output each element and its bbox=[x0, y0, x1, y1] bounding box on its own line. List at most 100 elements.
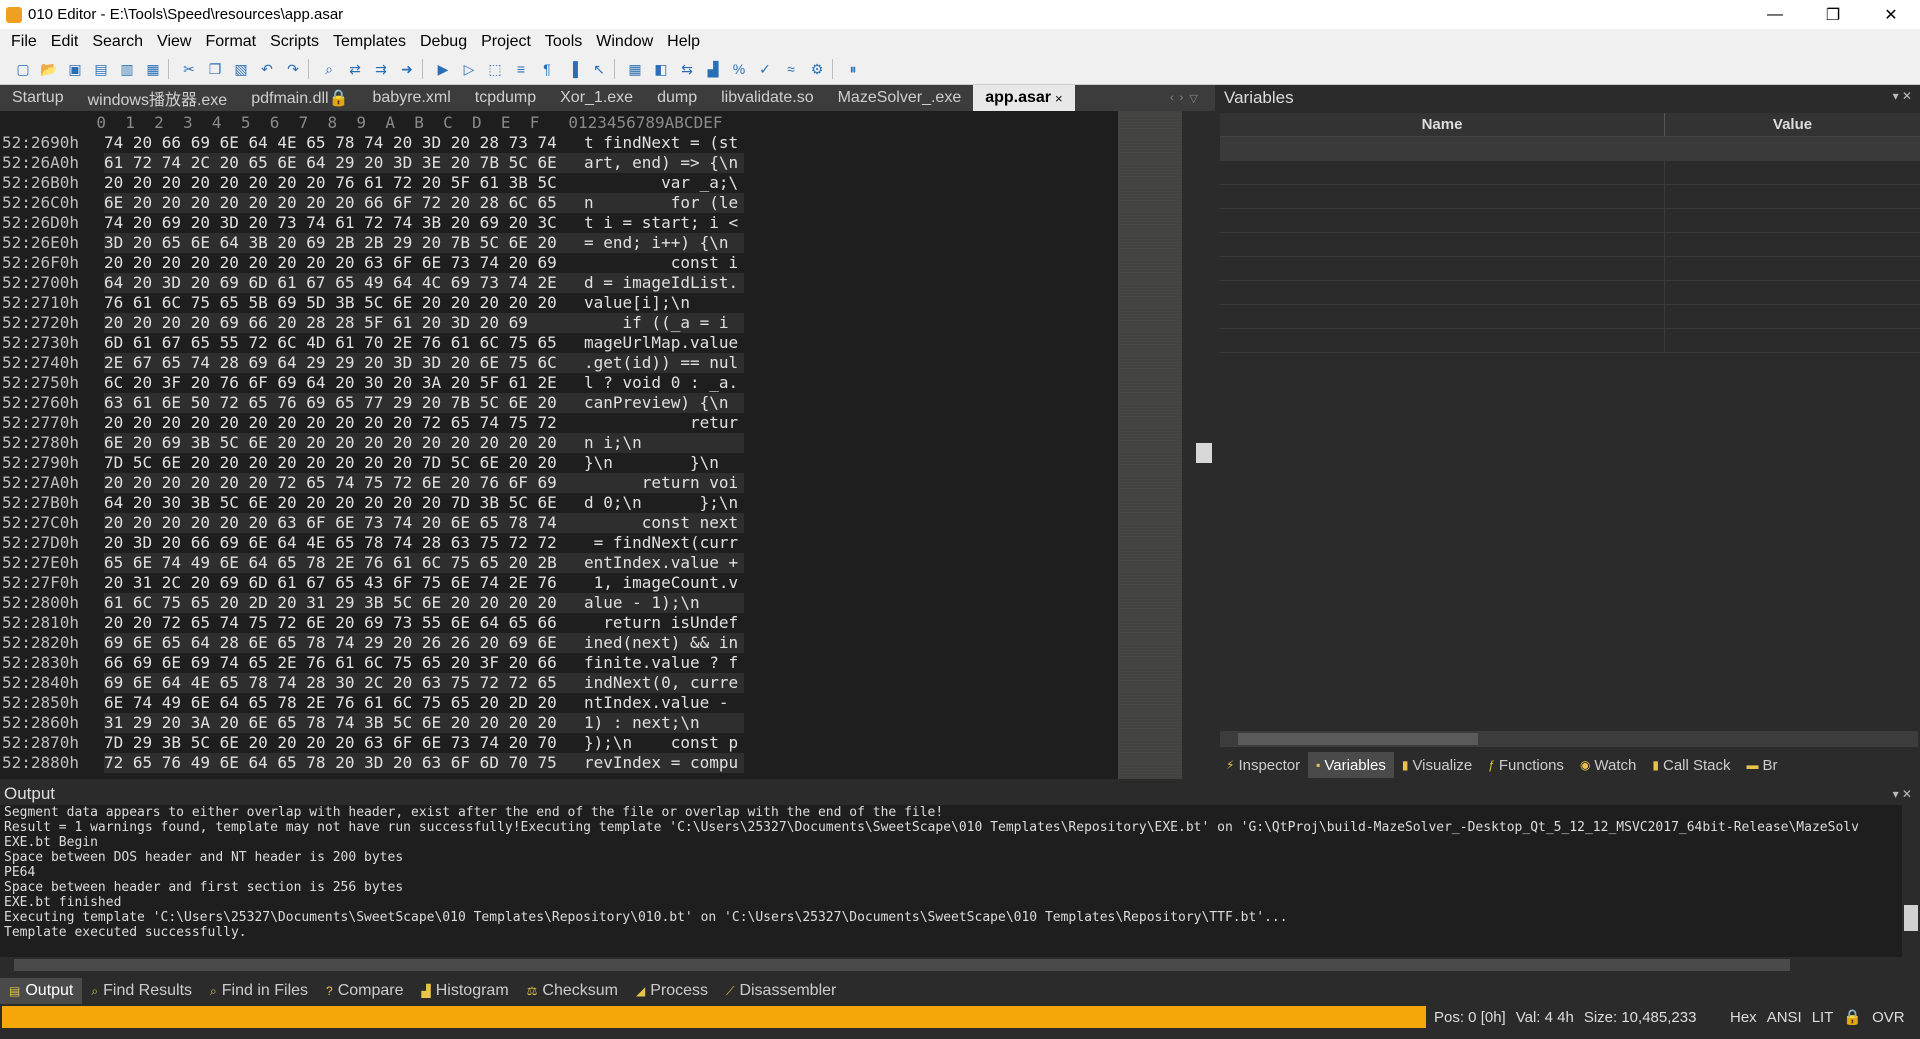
checksum-icon[interactable]: % bbox=[728, 58, 750, 80]
hex-bytes[interactable]: 63 61 6E 50 72 65 76 69 65 77 29 20 7B 5… bbox=[104, 393, 584, 413]
hex-row[interactable]: 52:2800h 61 6C 75 65 20 2D 20 31 29 3B 5C… bbox=[0, 593, 744, 613]
column-value[interactable]: Value bbox=[1665, 113, 1920, 136]
hex-row[interactable]: 52:2810h 20 20 72 65 74 75 72 6E 20 69 73… bbox=[0, 613, 744, 633]
tab-list-icon[interactable]: ▽ bbox=[1189, 92, 1197, 105]
hex-row[interactable]: 52:2790h 7D 5C 6E 20 20 20 20 20 20 20 20… bbox=[0, 453, 744, 473]
close-button[interactable]: ✕ bbox=[1862, 0, 1920, 29]
hex-ascii[interactable]: d 0;\n };\n bbox=[584, 493, 744, 513]
hex-ascii[interactable]: const next bbox=[584, 513, 744, 533]
hex-row[interactable]: 52:2880h 72 65 76 49 6E 64 65 78 20 3D 20… bbox=[0, 753, 744, 773]
hex-bytes[interactable]: 20 20 20 20 20 20 20 20 20 63 6F 6E 73 7… bbox=[104, 253, 584, 273]
hex-bytes[interactable]: 7D 5C 6E 20 20 20 20 20 20 20 20 7D 5C 6… bbox=[104, 453, 584, 473]
hex-bytes[interactable]: 64 20 3D 20 69 6D 61 67 65 49 64 4C 69 7… bbox=[104, 273, 584, 293]
hex-ascii[interactable]: canPreview) {\n bbox=[584, 393, 744, 413]
hex-bytes[interactable]: 74 20 66 69 6E 64 4E 65 78 74 20 3D 20 2… bbox=[104, 133, 584, 153]
hex-bytes[interactable]: 65 6E 74 49 6E 64 65 78 2E 76 61 6C 75 6… bbox=[104, 553, 584, 573]
hex-bytes[interactable]: 69 6E 65 64 28 6E 65 78 74 29 20 26 26 2… bbox=[104, 633, 584, 653]
hex-bytes[interactable]: 20 20 20 20 20 20 63 6F 6E 73 74 20 6E 6… bbox=[104, 513, 584, 533]
file-tab-mazesolver[interactable]: MazeSolver_.exe bbox=[826, 85, 974, 111]
close-file-icon[interactable]: ▥ bbox=[116, 58, 138, 80]
hex-ascii[interactable]: n i;\n bbox=[584, 433, 744, 453]
file-tab-xor1[interactable]: Xor_1.exe bbox=[548, 85, 645, 111]
hex-row[interactable]: 52:2870h 7D 29 3B 5C 6E 20 20 20 20 63 6F… bbox=[0, 733, 744, 753]
tab-visualize[interactable]: ▮ Visualize bbox=[1394, 752, 1480, 778]
hex-row[interactable]: 52:27E0h 65 6E 74 49 6E 64 65 78 2E 76 61… bbox=[0, 553, 744, 573]
hex-bytes[interactable]: 20 20 20 20 69 66 20 28 28 5F 61 20 3D 2… bbox=[104, 313, 584, 333]
file-tab-libvalidate[interactable]: libvalidate.so bbox=[709, 85, 826, 111]
hex-row[interactable]: 52:2710h 76 61 6C 75 65 5B 69 5D 3B 5C 6E… bbox=[0, 293, 744, 313]
tab-variables[interactable]: ▪ Variables bbox=[1308, 752, 1394, 778]
hex-bytes[interactable]: 72 65 76 49 6E 64 65 78 20 3D 20 63 6F 6… bbox=[104, 753, 584, 773]
hex-row[interactable]: 52:26F0h 20 20 20 20 20 20 20 20 20 63 6F… bbox=[0, 253, 744, 273]
compare-icon[interactable]: ⇆ bbox=[676, 58, 698, 80]
hex-bytes[interactable]: 6C 20 3F 20 76 6F 69 64 20 30 20 3A 20 5… bbox=[104, 373, 584, 393]
hex-ascii[interactable]: d = imageIdList. bbox=[584, 273, 744, 293]
hex-bytes[interactable]: 20 3D 20 66 69 6E 64 4E 65 78 74 28 63 7… bbox=[104, 533, 584, 553]
hex-row[interactable]: 52:26A0h 61 72 74 2C 20 65 6E 64 29 20 3D… bbox=[0, 153, 744, 173]
column-name[interactable]: Name bbox=[1220, 113, 1665, 136]
file-tab-pdfmain[interactable]: pdfmain.dll🔒 bbox=[239, 85, 360, 111]
tab-find-in-files[interactable]: ⌕ Find in Files bbox=[201, 978, 317, 1004]
hex-ascii[interactable]: indNext(0, curre bbox=[584, 673, 744, 693]
hex-ascii[interactable]: finite.value ? f bbox=[584, 653, 744, 673]
file-tab-startup[interactable]: Startup bbox=[0, 85, 76, 111]
hex-row[interactable]: 52:26D0h 74 20 69 20 3D 20 73 74 61 72 74… bbox=[0, 213, 744, 233]
hex-ascii[interactable]: t findNext = (st bbox=[584, 133, 744, 153]
hex-row[interactable]: 52:2780h 6E 20 69 3B 5C 6E 20 20 20 20 20… bbox=[0, 433, 744, 453]
hex-editor[interactable]: 0 1 2 3 4 5 6 7 8 9 A B C D E F 01234567… bbox=[0, 111, 1118, 779]
hex-row[interactable]: 52:27C0h 20 20 20 20 20 20 63 6F 6E 73 74… bbox=[0, 513, 744, 533]
hex-ascii[interactable]: t i = start; i < bbox=[584, 213, 744, 233]
template-icon[interactable]: ▶ bbox=[432, 58, 454, 80]
hex-ascii[interactable]: });\n const p bbox=[584, 733, 744, 753]
variable-row[interactable] bbox=[1220, 137, 1920, 161]
hex-bytes[interactable]: 20 20 20 20 20 20 72 65 74 75 72 6E 20 7… bbox=[104, 473, 584, 493]
histogram-icon[interactable]: ▟ bbox=[702, 58, 724, 80]
hex-row[interactable]: 52:2700h 64 20 3D 20 69 6D 61 67 65 49 64… bbox=[0, 273, 744, 293]
open-folder-icon[interactable]: ▦ bbox=[142, 58, 164, 80]
hex-mode-icon[interactable]: ⬚ bbox=[484, 58, 506, 80]
hex-ascii[interactable]: var _a;\ bbox=[584, 173, 744, 193]
mov-icon[interactable]: ≈ bbox=[780, 58, 802, 80]
hex-row[interactable]: 52:26C0h 6E 20 20 20 20 20 20 20 20 66 6F… bbox=[0, 193, 744, 213]
calculator-icon[interactable]: ▦ bbox=[624, 58, 646, 80]
hex-ascii[interactable]: art, end) => {\n bbox=[584, 153, 744, 173]
hex-ascii[interactable]: n for (le bbox=[584, 193, 744, 213]
menu-format[interactable]: Format bbox=[198, 33, 263, 51]
hex-scroll-thumb[interactable] bbox=[1196, 443, 1212, 463]
hex-row[interactable]: 52:27B0h 64 20 30 3B 5C 6E 20 20 20 20 20… bbox=[0, 493, 744, 513]
hex-row[interactable]: 52:2740h 2E 67 65 74 28 69 64 29 29 20 3D… bbox=[0, 353, 744, 373]
file-tab-dump[interactable]: dump bbox=[645, 85, 709, 111]
status-hex[interactable]: Hex bbox=[1730, 1009, 1757, 1026]
variable-row[interactable] bbox=[1220, 233, 1920, 257]
hex-row[interactable]: 52:27D0h 20 3D 20 66 69 6E 64 4E 65 78 74… bbox=[0, 533, 744, 553]
hex-ascii[interactable]: l ? void 0 : _a. bbox=[584, 373, 744, 393]
hex-bytes[interactable]: 20 20 20 20 20 20 20 20 20 20 20 72 65 7… bbox=[104, 413, 584, 433]
text-mode-icon[interactable]: ≡ bbox=[510, 58, 532, 80]
tab-find-results[interactable]: ⌕ Find Results bbox=[82, 978, 201, 1004]
hex-ascii[interactable]: ined(next) && in bbox=[584, 633, 744, 653]
menu-project[interactable]: Project bbox=[474, 33, 538, 51]
file-tab-tcpdump[interactable]: tcpdump bbox=[463, 85, 548, 111]
tab-disassembler[interactable]: ⟋ Disassembler bbox=[717, 978, 845, 1004]
variable-row[interactable] bbox=[1220, 161, 1920, 185]
tab-inspector[interactable]: ⚡ Inspector bbox=[1218, 752, 1308, 778]
file-minimap[interactable] bbox=[1118, 111, 1182, 779]
file-tab-windows-player[interactable]: windows播放器.exe bbox=[76, 85, 240, 111]
hex-bytes[interactable]: 6E 20 69 3B 5C 6E 20 20 20 20 20 20 20 2… bbox=[104, 433, 584, 453]
menu-tools[interactable]: Tools bbox=[538, 33, 589, 51]
hex-bytes[interactable]: 64 20 30 3B 5C 6E 20 20 20 20 20 20 7D 3… bbox=[104, 493, 584, 513]
variables-hscroll-thumb[interactable] bbox=[1238, 733, 1478, 745]
hex-bytes[interactable]: 6E 74 49 6E 64 65 78 2E 76 61 6C 75 65 2… bbox=[104, 693, 584, 713]
hex-bytes[interactable]: 6D 61 67 65 55 72 6C 4D 61 70 2E 76 61 6… bbox=[104, 333, 584, 353]
menu-edit[interactable]: Edit bbox=[44, 33, 86, 51]
variable-row[interactable] bbox=[1220, 281, 1920, 305]
hex-bytes[interactable]: 69 6E 64 4E 65 78 74 28 30 2C 20 63 75 7… bbox=[104, 673, 584, 693]
script-icon[interactable]: ▷ bbox=[458, 58, 480, 80]
hex-ascii[interactable]: retur bbox=[584, 413, 744, 433]
hex-ascii[interactable]: revIndex = compu bbox=[584, 753, 744, 773]
tab-watch[interactable]: ◉ Watch bbox=[1572, 752, 1644, 778]
output-hscroll-thumb[interactable] bbox=[14, 959, 1790, 971]
hex-bytes[interactable]: 7D 29 3B 5C 6E 20 20 20 20 63 6F 6E 73 7… bbox=[104, 733, 584, 753]
hex-row[interactable]: 52:2720h 20 20 20 20 69 66 20 28 28 5F 61… bbox=[0, 313, 744, 333]
hex-bytes[interactable]: 74 20 69 20 3D 20 73 74 61 72 74 3B 20 6… bbox=[104, 213, 584, 233]
